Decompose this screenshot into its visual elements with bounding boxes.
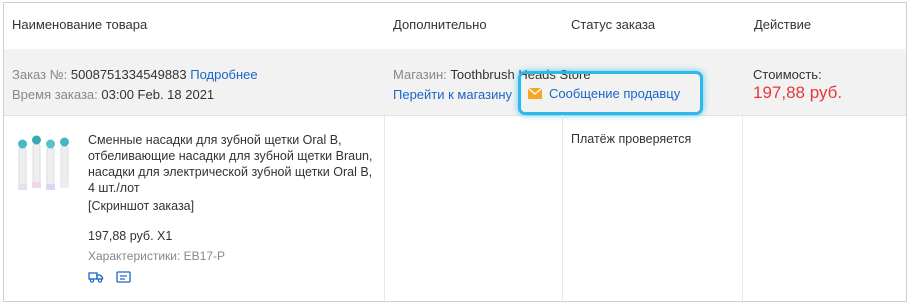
order-cost: 197,88 руб. [753, 83, 843, 102]
item-specs: Характеристики: EB17-P [88, 249, 225, 263]
order-time-line: Время заказа: 03:00 Feb. 18 2021 [12, 87, 214, 102]
order-number: 5008751334549883 [70, 67, 187, 82]
message-seller-link[interactable]: Сообщение продавцу [549, 86, 680, 101]
item-price-qty: 197,88 руб. X1 [88, 229, 173, 243]
item-icons-row [88, 271, 139, 286]
order-time-label: Время заказа: [12, 87, 98, 102]
product-title[interactable]: Сменные насадки для зубной щетки Oral B,… [88, 132, 378, 196]
order-panel: Наименование товара Дополнительно Статус… [3, 2, 907, 303]
header-product: Наименование товара [12, 17, 148, 32]
order-status: Платёж проверяется [571, 132, 692, 146]
table-header: Наименование товара Дополнительно Статус… [4, 3, 906, 50]
order-number-line: Заказ №: 5008751334549883 Подробнее [12, 67, 258, 82]
column-divider [384, 115, 385, 303]
details-link[interactable]: Подробнее [190, 67, 257, 82]
product-image[interactable] [14, 128, 74, 200]
column-divider [562, 115, 563, 303]
order-snapshot-link[interactable]: [Скриншот заказа] [88, 199, 194, 213]
header-extra: Дополнительно [393, 17, 487, 32]
header-status: Статус заказа [571, 17, 656, 32]
store-label: Магазин: [393, 67, 447, 82]
envelope-icon [528, 88, 542, 99]
truck-icon[interactable] [88, 271, 104, 283]
order-number-label: Заказ №: [12, 67, 68, 82]
header-action: Действие [754, 17, 812, 32]
go-to-store-link[interactable]: Перейти к магазину [393, 87, 512, 102]
cost-label: Стоимость: [753, 67, 822, 82]
order-time: 03:00 Feb. 18 2021 [101, 87, 215, 102]
message-box-icon[interactable] [115, 271, 131, 283]
column-divider [742, 115, 743, 303]
order-info-row: Заказ №: 5008751334549883 Подробнее Врем… [4, 49, 906, 116]
